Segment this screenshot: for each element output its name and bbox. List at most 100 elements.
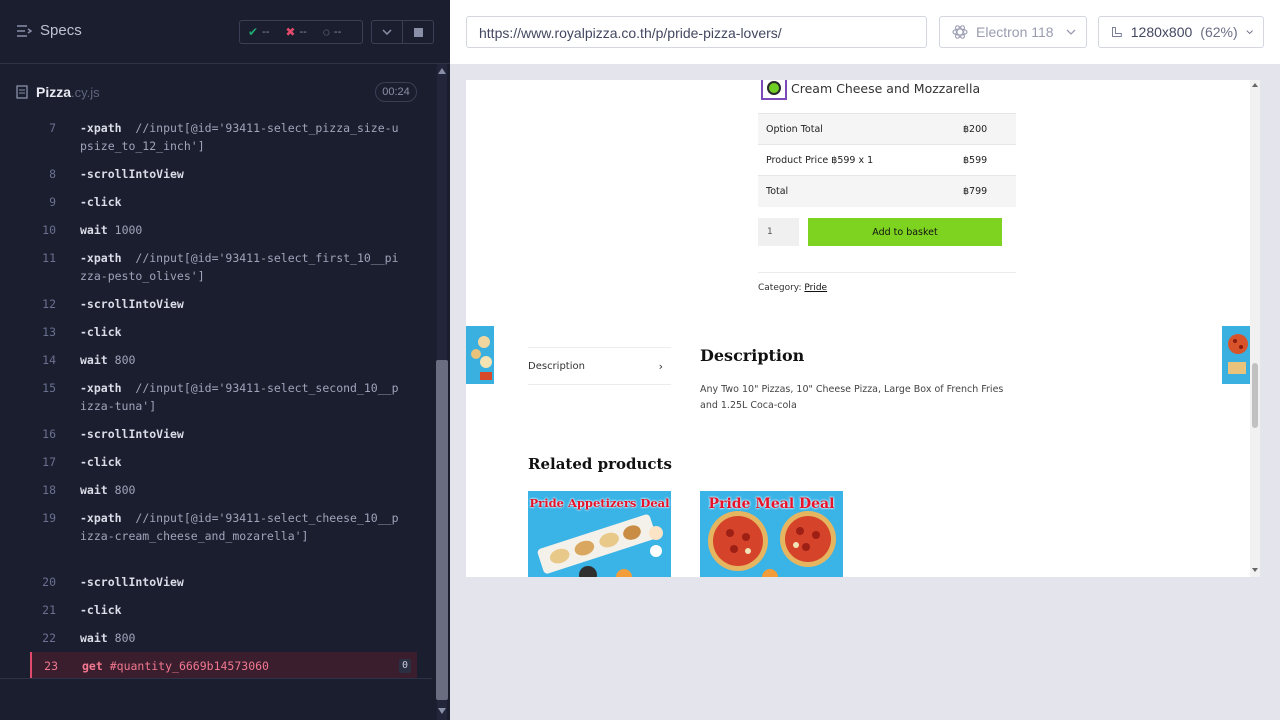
browser-selector[interactable]: Electron 118 — [939, 16, 1087, 48]
scroll-down-arrow[interactable] — [438, 708, 446, 714]
command-number: 19 — [42, 511, 56, 525]
command-number: 9 — [49, 195, 56, 209]
command-row[interactable]: 20 -scrollIntoView — [30, 568, 417, 596]
pending-count: -- — [333, 26, 342, 38]
command-name-text: -click — [80, 455, 122, 469]
command-text: -xpath //input[@id='93411-select_cheese_… — [80, 509, 400, 545]
command-text: -xpath //input[@id='93411-select_pizza_s… — [80, 119, 400, 155]
related-product-card[interactable]: Pride Appetizers Deal — [528, 491, 671, 577]
scroll-up-arrow[interactable] — [1252, 83, 1258, 87]
command-number: 8 — [49, 167, 56, 181]
gallery-thumbnail-left[interactable] — [466, 326, 494, 384]
element-count-badge: 0 — [399, 659, 411, 673]
url-bar[interactable]: https://www.royalpizza.co.th/p/pride-piz… — [466, 16, 927, 48]
spec-file[interactable]: Pizza .cy.js — [16, 84, 100, 100]
chevron-down-icon — [382, 29, 392, 35]
command-number: 16 — [42, 427, 56, 441]
related-product-card[interactable]: Pride Meal Deal — [700, 491, 843, 577]
command-number: 14 — [42, 353, 56, 367]
spec-duration: 00:24 — [375, 82, 417, 102]
x-icon: ✖ — [285, 25, 296, 39]
command-name: get #quantity_6669b14573060 — [82, 657, 269, 675]
product-category: Category: Pride — [758, 283, 827, 293]
command-name: -scrollIntoView — [80, 165, 184, 183]
command-name: wait 800 — [80, 629, 135, 647]
command-row[interactable]: 12 -scrollIntoView — [30, 290, 417, 318]
spec-name: Pizza — [36, 84, 72, 100]
scroll-down-arrow[interactable] — [1252, 568, 1258, 572]
command-row[interactable]: 22 wait 800 — [30, 624, 417, 652]
command-name-text: wait — [80, 631, 108, 645]
radio-selected-icon — [767, 81, 781, 95]
command-message: #quantity_6669b14573060 — [109, 659, 269, 673]
command-name: wait 1000 — [80, 221, 142, 239]
price-label: Option Total — [758, 113, 960, 145]
scrollbar-thumb[interactable] — [1252, 363, 1258, 428]
pending-icon: ◌ — [322, 25, 330, 39]
command-message: 800 — [114, 353, 136, 367]
specs-toggle[interactable]: Specs — [16, 22, 82, 39]
gallery-thumbnail-right[interactable] — [1222, 326, 1250, 384]
command-row[interactable]: 23 get #quantity_6669b14573060 0 — [30, 652, 417, 678]
command-number: 15 — [42, 381, 56, 395]
command-row[interactable]: 10 wait 1000 — [30, 216, 417, 244]
pizza-image-icon — [1222, 326, 1250, 384]
price-row: Product Price ฿599 x 1 ฿599 — [758, 144, 1016, 176]
command-log-scrollbar[interactable] — [434, 64, 450, 720]
command-row[interactable]: 21 -click — [30, 596, 417, 624]
spec-header: Pizza .cy.js 00:24 — [0, 72, 432, 112]
command-name-text: -scrollIntoView — [80, 297, 184, 311]
stop-button[interactable] — [402, 20, 434, 44]
failed-stat: ✖ -- — [277, 25, 314, 39]
command-row[interactable]: 8 -scrollIntoView — [30, 160, 417, 188]
command-name: wait 800 — [80, 351, 135, 369]
check-icon: ✔ — [248, 25, 259, 39]
command-name-text: wait — [80, 483, 108, 497]
command-number: 17 — [42, 455, 56, 469]
command-row[interactable]: 18 wait 800 — [30, 476, 417, 504]
command-name: -xpath — [80, 251, 122, 265]
command-number: 11 — [42, 251, 56, 265]
command-row[interactable]: 11 -xpath //input[@id='93411-select_first… — [30, 244, 417, 290]
stop-icon — [413, 27, 423, 37]
category-link[interactable]: Pride — [804, 283, 827, 293]
command-row[interactable]: 15 -xpath //input[@id='93411-select_secon… — [30, 374, 417, 420]
command-row[interactable]: 14 wait 800 — [30, 346, 417, 374]
viewport-zoom: (62%) — [1200, 24, 1238, 40]
command-name: -click — [80, 453, 122, 471]
command-name: -scrollIntoView — [80, 425, 184, 443]
command-row[interactable]: 16 -scrollIntoView — [30, 420, 417, 448]
radio-highlight[interactable] — [761, 80, 787, 100]
related-products-heading: Related products — [528, 455, 672, 473]
divider — [0, 678, 432, 679]
command-name-text: -click — [80, 195, 122, 209]
command-name: -click — [80, 323, 122, 341]
iframe-scrollbar[interactable] — [1250, 80, 1260, 577]
description-text: Any Two 10" Pizzas, 10" Cheese Pizza, La… — [700, 384, 1004, 411]
command-name-text: wait — [80, 353, 108, 367]
command-number: 12 — [42, 297, 56, 311]
cheese-option[interactable]: Cream Cheese and Mozzarella — [761, 80, 980, 100]
product-name: Pride Meal Deal — [708, 496, 835, 512]
tab-description[interactable]: Description › — [528, 347, 671, 385]
command-message: 800 — [114, 631, 136, 645]
chevron-down-icon — [1246, 30, 1253, 35]
specs-header: Specs ✔ -- ✖ -- ◌ -- — [0, 0, 450, 64]
scrollbar-thumb[interactable] — [436, 360, 448, 700]
command-row[interactable]: 7 -xpath //input[@id='93411-select_pizza_… — [30, 118, 417, 160]
command-name-text: -scrollIntoView — [80, 167, 184, 181]
scroll-up-arrow[interactable] — [438, 68, 446, 74]
command-row[interactable]: 19 -xpath //input[@id='93411-select_chees… — [30, 504, 417, 568]
command-row[interactable]: 9 -click — [30, 188, 417, 216]
category-label: Category: — [758, 283, 802, 293]
command-row[interactable]: 13 -click — [30, 318, 417, 346]
collapse-button[interactable] — [371, 20, 403, 44]
command-row[interactable]: 17 -click — [30, 448, 417, 476]
tab-label: Description — [528, 360, 585, 372]
viewport-selector[interactable]: 1280x800 (62%) — [1098, 16, 1264, 48]
command-name-text: -scrollIntoView — [80, 427, 184, 441]
add-to-basket-button[interactable]: Add to basket — [808, 218, 1002, 246]
price-value: ฿599 — [960, 144, 1016, 176]
product-name: Pride Appetizers Deal — [529, 496, 670, 510]
quantity-input[interactable]: 1 — [758, 218, 799, 246]
